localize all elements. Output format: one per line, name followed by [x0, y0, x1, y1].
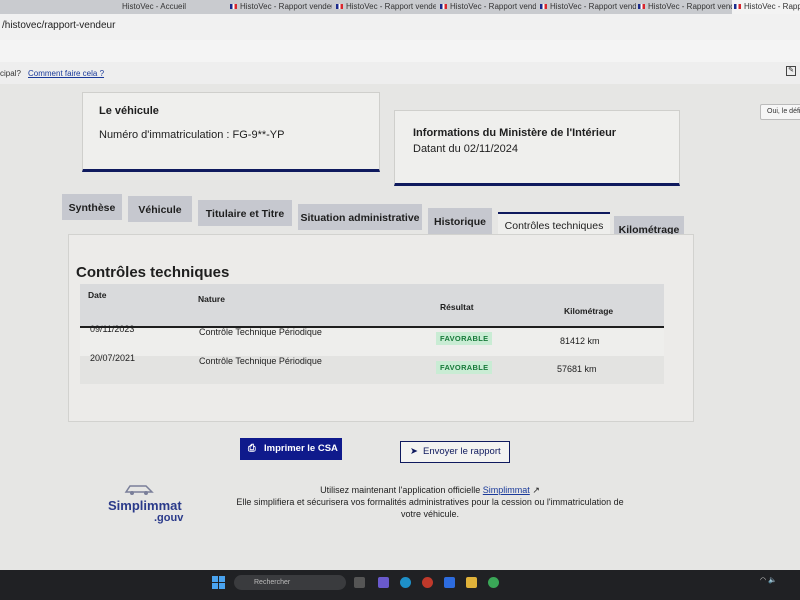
- print-csa-button[interactable]: ⎙ Imprimer le CSA: [240, 438, 342, 460]
- plate-label: Numéro d'immatriculation : FG-9**-YP: [99, 129, 285, 141]
- column-header: Kilométrage: [564, 306, 614, 316]
- ministry-card-title: Informations du Ministère de l'Intérieur: [413, 127, 617, 139]
- row-nature: Contrôle Technique Périodique: [199, 327, 322, 337]
- browser-band: [0, 40, 800, 62]
- external-link-icon: ↗: [532, 485, 540, 495]
- row-km: 81412 km: [560, 336, 600, 346]
- browser-tab[interactable]: HistoVec - Rapport vendeur: [538, 0, 636, 14]
- mail-icon[interactable]: [444, 577, 455, 588]
- column-header: Nature: [198, 294, 225, 304]
- logo-main: Simplimmat: [108, 498, 182, 513]
- simplimmat-link[interactable]: Simplimmat: [483, 485, 530, 495]
- browser-tab-active[interactable]: HistoVec - Rapport vendeur: [732, 0, 800, 14]
- send-icon: ➤: [410, 446, 418, 457]
- tab-synthese[interactable]: Synthèse: [62, 194, 122, 220]
- printer-icon: ⎙: [248, 443, 256, 454]
- column-header: Résultat: [440, 302, 474, 312]
- footer-line-3: votre véhicule.: [400, 509, 460, 519]
- teams-icon[interactable]: [378, 577, 389, 588]
- app-icon[interactable]: [422, 577, 433, 588]
- bookmark-link[interactable]: Comment faire cela ?: [28, 69, 104, 78]
- simplimmat-logo[interactable]: Simplimmat .gouv: [108, 482, 208, 524]
- task-view-icon[interactable]: [354, 577, 365, 588]
- status-badge: FAVORABLE: [436, 332, 493, 345]
- tab-historique[interactable]: Historique: [428, 208, 492, 234]
- column-header: Date: [88, 290, 107, 300]
- table-header: Date Nature Résultat Kilométrage: [80, 284, 664, 328]
- bookmark-item[interactable]: cipal?: [0, 69, 21, 78]
- browser-tab[interactable]: HistoVec - Rapport vendeur: [228, 0, 332, 14]
- bookmarks-bar: cipal? Comment faire cela ? ✎: [0, 62, 800, 85]
- ministry-card: Informations du Ministère de l'Intérieur…: [394, 110, 680, 186]
- flag-icon: [734, 4, 741, 10]
- table-row: 20/07/2021 Contrôle Technique Périodique…: [80, 353, 664, 384]
- tab-vehicule[interactable]: Véhicule: [128, 196, 192, 222]
- row-date: 09/11/2023: [90, 324, 135, 334]
- logo-sub: .gouv: [154, 512, 184, 524]
- browser-tab[interactable]: HistoVec - Rapport vendeur: [334, 0, 436, 14]
- ministry-date: Datant du 02/11/2024: [413, 143, 518, 155]
- edit-icon[interactable]: ✎: [786, 66, 796, 76]
- tab-titulaire[interactable]: Titulaire et Titre: [198, 200, 292, 226]
- footer-line-2: Elle simplifiera et sécurisera vos forma…: [236, 497, 624, 507]
- send-report-button[interactable]: ➤ Envoyer le rapport: [400, 441, 510, 463]
- address-bar[interactable]: /histovec/rapport-vendeur: [0, 14, 800, 41]
- flag-icon: [336, 4, 343, 10]
- browser-tab[interactable]: HistoVec - Rapport vendeur: [636, 0, 734, 14]
- windows-start-icon[interactable]: [212, 576, 226, 590]
- side-button[interactable]: Oui, le défini: [760, 104, 800, 120]
- footer-info: Utilisez maintenant l'application offici…: [210, 484, 650, 520]
- flag-icon: [230, 4, 237, 10]
- url-text[interactable]: /histovec/rapport-vendeur: [2, 20, 115, 31]
- row-km: 57681 km: [557, 364, 597, 374]
- vehicle-card: Le véhicule Numéro d'immatriculation : F…: [82, 92, 380, 172]
- vehicle-card-title: Le véhicule: [99, 105, 159, 117]
- taskbar-search[interactable]: Rechercher: [234, 575, 346, 590]
- folder-icon[interactable]: [466, 577, 477, 588]
- flag-icon: [440, 4, 447, 10]
- section-title: Contrôles techniques: [76, 264, 230, 281]
- status-badge: FAVORABLE: [436, 361, 493, 374]
- flag-icon: [540, 4, 547, 10]
- flag-icon: [638, 4, 645, 10]
- table-row: 09/11/2023 Contrôle Technique Périodique…: [80, 324, 664, 356]
- browser-tab[interactable]: HistoVec - Accueil: [120, 0, 222, 14]
- chrome-icon[interactable]: [488, 577, 499, 588]
- row-date: 20/07/2021: [90, 353, 136, 363]
- car-icon: [124, 485, 154, 495]
- print-label: Imprimer le CSA: [264, 443, 338, 454]
- edge-icon[interactable]: [400, 577, 411, 588]
- footer-line-1: Utilisez maintenant l'application offici…: [320, 485, 540, 495]
- tab-situation[interactable]: Situation administrative: [298, 204, 422, 230]
- system-tray[interactable]: ◠ 🔈: [760, 576, 777, 584]
- browser-tabstrip: HistoVec - Accueil HistoVec - Rapport ve…: [0, 0, 800, 14]
- wifi-icon: ◠: [760, 577, 767, 584]
- send-label: Envoyer le rapport: [423, 446, 501, 457]
- row-nature: Contrôle Technique Périodique: [199, 356, 322, 366]
- browser-tab[interactable]: HistoVec - Rapport vendeur: [438, 0, 536, 14]
- volume-icon: 🔈: [768, 577, 777, 584]
